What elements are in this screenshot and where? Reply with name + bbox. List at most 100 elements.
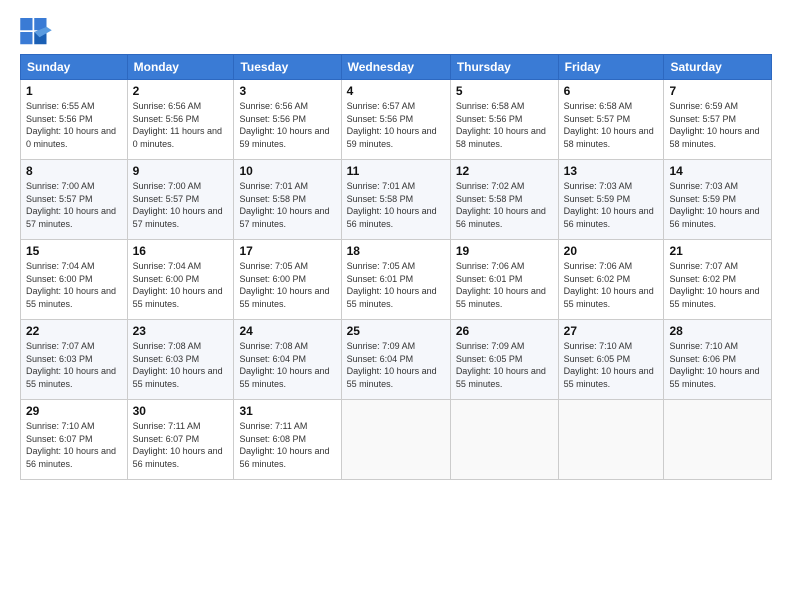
calendar-cell: 27Sunrise: 7:10 AMSunset: 6:05 PMDayligh… bbox=[558, 320, 664, 400]
day-info: Sunrise: 7:00 AMSunset: 5:57 PMDaylight:… bbox=[26, 180, 122, 230]
day-number: 2 bbox=[133, 84, 229, 98]
day-number: 31 bbox=[239, 404, 335, 418]
calendar-cell: 31Sunrise: 7:11 AMSunset: 6:08 PMDayligh… bbox=[234, 400, 341, 480]
calendar-cell bbox=[664, 400, 772, 480]
day-number: 14 bbox=[669, 164, 766, 178]
calendar-week-4: 22 Sunrise: 7:07 AMSunset: 6:03 PMDayligh… bbox=[21, 320, 772, 400]
calendar-cell bbox=[450, 400, 558, 480]
day-info: Sunrise: 7:10 AMSunset: 6:06 PMDaylight:… bbox=[669, 340, 766, 390]
day-info: Sunrise: 7:05 AMSunset: 6:00 PMDaylight:… bbox=[239, 260, 335, 310]
day-number: 25 bbox=[347, 324, 445, 338]
day-info: Sunrise: 7:07 AMSunset: 6:03 PMDaylight:… bbox=[26, 340, 122, 390]
day-number: 13 bbox=[564, 164, 659, 178]
day-info: Sunrise: 7:05 AMSunset: 6:01 PMDaylight:… bbox=[347, 260, 445, 310]
day-number: 12 bbox=[456, 164, 553, 178]
calendar-header-friday: Friday bbox=[558, 55, 664, 80]
logo-icon bbox=[20, 18, 52, 46]
day-number: 26 bbox=[456, 324, 553, 338]
day-number: 1 bbox=[26, 84, 122, 98]
calendar-cell: 3 Sunrise: 6:56 AMSunset: 5:56 PMDaylight… bbox=[234, 80, 341, 160]
day-number: 17 bbox=[239, 244, 335, 258]
calendar-week-5: 29Sunrise: 7:10 AMSunset: 6:07 PMDayligh… bbox=[21, 400, 772, 480]
day-info: Sunrise: 7:07 AMSunset: 6:02 PMDaylight:… bbox=[669, 260, 766, 310]
day-number: 19 bbox=[456, 244, 553, 258]
calendar-cell: 16 Sunrise: 7:04 AMSunset: 6:00 PMDayligh… bbox=[127, 240, 234, 320]
day-number: 10 bbox=[239, 164, 335, 178]
calendar-cell: 24 Sunrise: 7:08 AMSunset: 6:04 PMDayligh… bbox=[234, 320, 341, 400]
calendar-cell: 9Sunrise: 7:00 AMSunset: 5:57 PMDaylight… bbox=[127, 160, 234, 240]
day-info: Sunrise: 6:58 AMSunset: 5:56 PMDaylight:… bbox=[456, 100, 553, 150]
calendar-cell: 5 Sunrise: 6:58 AMSunset: 5:56 PMDaylight… bbox=[450, 80, 558, 160]
day-info: Sunrise: 7:03 AMSunset: 5:59 PMDaylight:… bbox=[669, 180, 766, 230]
day-info: Sunrise: 7:00 AMSunset: 5:57 PMDaylight:… bbox=[133, 180, 229, 230]
day-number: 20 bbox=[564, 244, 659, 258]
day-info: Sunrise: 7:01 AMSunset: 5:58 PMDaylight:… bbox=[239, 180, 335, 230]
day-number: 22 bbox=[26, 324, 122, 338]
day-number: 23 bbox=[133, 324, 229, 338]
day-info: Sunrise: 7:10 AMSunset: 6:07 PMDaylight:… bbox=[26, 420, 122, 470]
calendar-cell: 13 Sunrise: 7:03 AMSunset: 5:59 PMDayligh… bbox=[558, 160, 664, 240]
calendar-week-3: 15 Sunrise: 7:04 AMSunset: 6:00 PMDayligh… bbox=[21, 240, 772, 320]
calendar-table: SundayMondayTuesdayWednesdayThursdayFrid… bbox=[20, 54, 772, 480]
calendar-cell bbox=[341, 400, 450, 480]
day-number: 18 bbox=[347, 244, 445, 258]
day-number: 3 bbox=[239, 84, 335, 98]
calendar-cell bbox=[558, 400, 664, 480]
calendar-cell: 17 Sunrise: 7:05 AMSunset: 6:00 PMDayligh… bbox=[234, 240, 341, 320]
day-info: Sunrise: 6:56 AMSunset: 5:56 PMDaylight:… bbox=[133, 100, 229, 150]
calendar-cell: 2 Sunrise: 6:56 AMSunset: 5:56 PMDaylight… bbox=[127, 80, 234, 160]
day-info: Sunrise: 7:08 AMSunset: 6:04 PMDaylight:… bbox=[239, 340, 335, 390]
calendar-cell: 20Sunrise: 7:06 AMSunset: 6:02 PMDayligh… bbox=[558, 240, 664, 320]
calendar-header-wednesday: Wednesday bbox=[341, 55, 450, 80]
calendar-cell: 21 Sunrise: 7:07 AMSunset: 6:02 PMDayligh… bbox=[664, 240, 772, 320]
calendar-cell: 19 Sunrise: 7:06 AMSunset: 6:01 PMDayligh… bbox=[450, 240, 558, 320]
calendar-cell: 23 Sunrise: 7:08 AMSunset: 6:03 PMDayligh… bbox=[127, 320, 234, 400]
day-info: Sunrise: 7:06 AMSunset: 6:01 PMDaylight:… bbox=[456, 260, 553, 310]
day-info: Sunrise: 6:57 AMSunset: 5:56 PMDaylight:… bbox=[347, 100, 445, 150]
calendar-cell: 26Sunrise: 7:09 AMSunset: 6:05 PMDayligh… bbox=[450, 320, 558, 400]
calendar-week-2: 8 Sunrise: 7:00 AMSunset: 5:57 PMDaylight… bbox=[21, 160, 772, 240]
calendar-header-sunday: Sunday bbox=[21, 55, 128, 80]
calendar-cell: 29Sunrise: 7:10 AMSunset: 6:07 PMDayligh… bbox=[21, 400, 128, 480]
day-info: Sunrise: 7:11 AMSunset: 6:07 PMDaylight:… bbox=[133, 420, 229, 470]
calendar-cell: 7Sunrise: 6:59 AMSunset: 5:57 PMDaylight… bbox=[664, 80, 772, 160]
day-info: Sunrise: 7:10 AMSunset: 6:05 PMDaylight:… bbox=[564, 340, 659, 390]
day-number: 21 bbox=[669, 244, 766, 258]
day-info: Sunrise: 6:59 AMSunset: 5:57 PMDaylight:… bbox=[669, 100, 766, 150]
calendar-cell: 28 Sunrise: 7:10 AMSunset: 6:06 PMDayligh… bbox=[664, 320, 772, 400]
day-info: Sunrise: 6:58 AMSunset: 5:57 PMDaylight:… bbox=[564, 100, 659, 150]
calendar-week-1: 1Sunrise: 6:55 AMSunset: 5:56 PMDaylight… bbox=[21, 80, 772, 160]
page: SundayMondayTuesdayWednesdayThursdayFrid… bbox=[0, 0, 792, 612]
day-number: 28 bbox=[669, 324, 766, 338]
day-number: 11 bbox=[347, 164, 445, 178]
calendar-header-monday: Monday bbox=[127, 55, 234, 80]
calendar-cell: 10 Sunrise: 7:01 AMSunset: 5:58 PMDayligh… bbox=[234, 160, 341, 240]
day-number: 6 bbox=[564, 84, 659, 98]
day-number: 24 bbox=[239, 324, 335, 338]
calendar-header-saturday: Saturday bbox=[664, 55, 772, 80]
calendar-cell: 14 Sunrise: 7:03 AMSunset: 5:59 PMDayligh… bbox=[664, 160, 772, 240]
calendar-header-thursday: Thursday bbox=[450, 55, 558, 80]
calendar-cell: 6 Sunrise: 6:58 AMSunset: 5:57 PMDaylight… bbox=[558, 80, 664, 160]
calendar-cell: 1Sunrise: 6:55 AMSunset: 5:56 PMDaylight… bbox=[21, 80, 128, 160]
calendar-cell: 12 Sunrise: 7:02 AMSunset: 5:58 PMDayligh… bbox=[450, 160, 558, 240]
day-number: 15 bbox=[26, 244, 122, 258]
day-info: Sunrise: 7:03 AMSunset: 5:59 PMDaylight:… bbox=[564, 180, 659, 230]
calendar-header-row: SundayMondayTuesdayWednesdayThursdayFrid… bbox=[21, 55, 772, 80]
day-info: Sunrise: 7:01 AMSunset: 5:58 PMDaylight:… bbox=[347, 180, 445, 230]
calendar-cell: 15Sunrise: 7:04 AMSunset: 6:00 PMDayligh… bbox=[21, 240, 128, 320]
header bbox=[20, 18, 772, 46]
calendar-cell: 22 Sunrise: 7:07 AMSunset: 6:03 PMDayligh… bbox=[21, 320, 128, 400]
day-info: Sunrise: 7:08 AMSunset: 6:03 PMDaylight:… bbox=[133, 340, 229, 390]
day-info: Sunrise: 7:04 AMSunset: 6:00 PMDaylight:… bbox=[133, 260, 229, 310]
calendar-header-tuesday: Tuesday bbox=[234, 55, 341, 80]
day-number: 8 bbox=[26, 164, 122, 178]
calendar-cell: 11 Sunrise: 7:01 AMSunset: 5:58 PMDayligh… bbox=[341, 160, 450, 240]
day-number: 4 bbox=[347, 84, 445, 98]
day-number: 30 bbox=[133, 404, 229, 418]
day-info: Sunrise: 6:56 AMSunset: 5:56 PMDaylight:… bbox=[239, 100, 335, 150]
day-info: Sunrise: 7:02 AMSunset: 5:58 PMDaylight:… bbox=[456, 180, 553, 230]
calendar-cell: 18 Sunrise: 7:05 AMSunset: 6:01 PMDayligh… bbox=[341, 240, 450, 320]
day-number: 5 bbox=[456, 84, 553, 98]
day-number: 16 bbox=[133, 244, 229, 258]
